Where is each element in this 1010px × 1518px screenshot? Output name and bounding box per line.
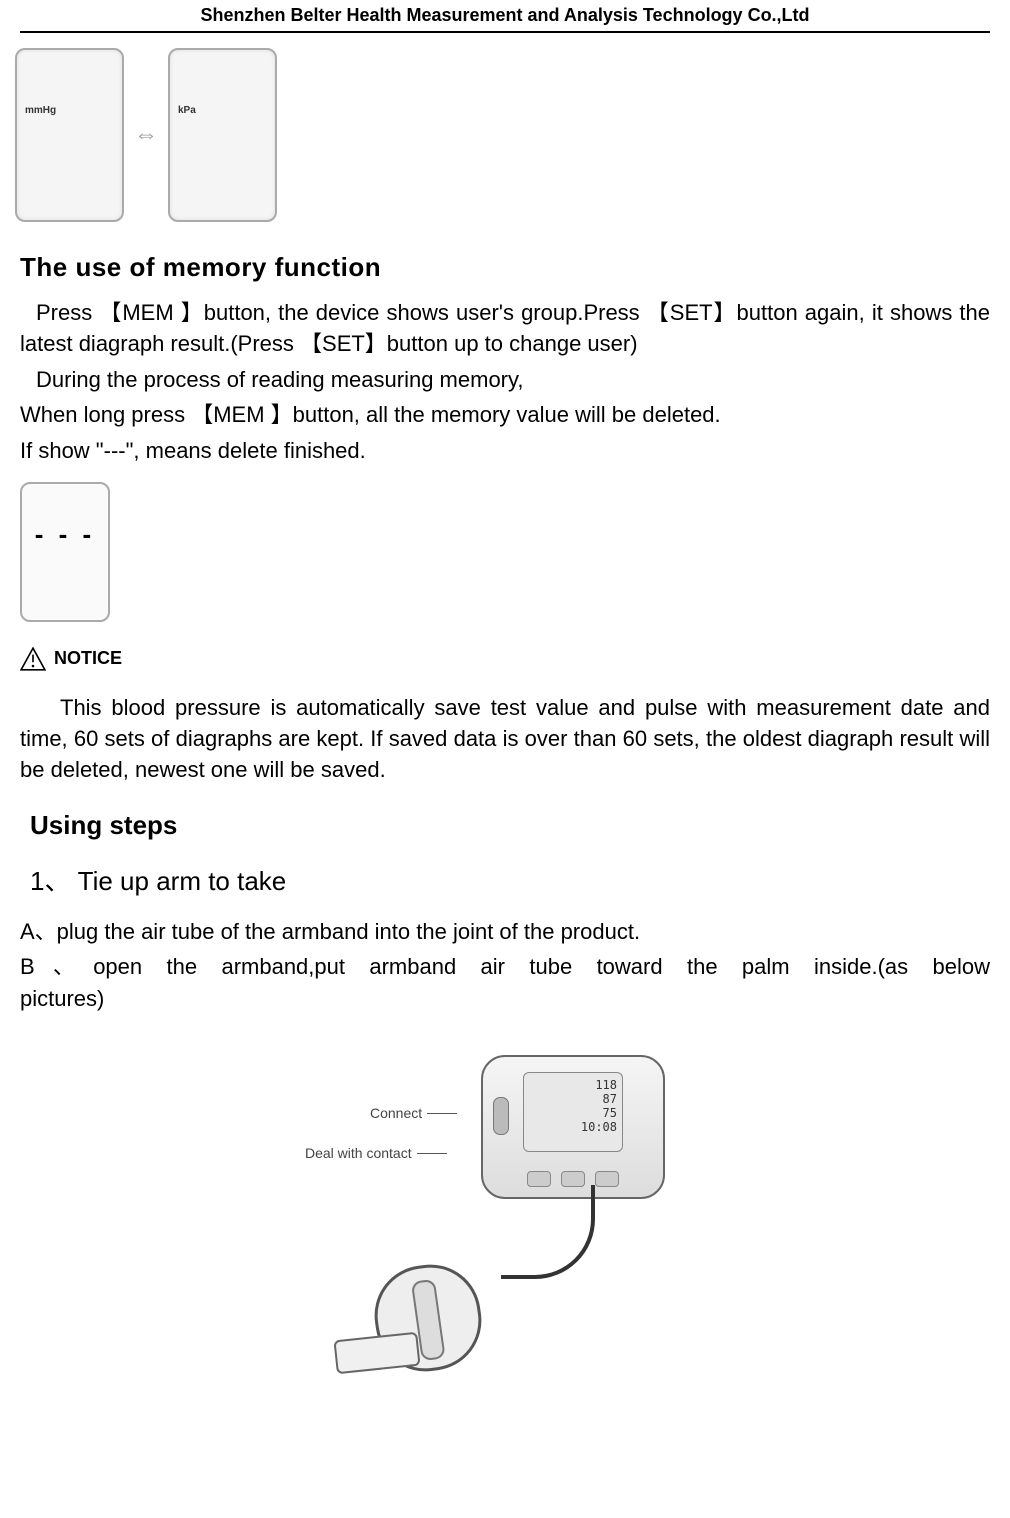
step1-b-line1: B、open the armband,put armband air tube … <box>20 951 990 983</box>
step1-title: 1、 Tie up arm to take <box>30 861 990 898</box>
company-header: Shenzhen Belter Health Measurement and A… <box>20 0 990 33</box>
screen-mmhg-label: mmHg <box>25 105 56 116</box>
connect-label: Connect <box>370 1105 422 1121</box>
device-side-button <box>493 1097 509 1135</box>
armband-figure-area: Connect Deal with contact 118 87 75 10:0… <box>20 1055 990 1375</box>
screen-kpa-label: kPa <box>178 105 196 116</box>
delete-finished-screen: - - - <box>20 482 110 622</box>
step1-b-line2: pictures) <box>20 983 990 1015</box>
arm-cuff <box>335 1245 505 1375</box>
notice-label: NOTICE <box>54 648 122 669</box>
bp-monitor-device: 118 87 75 10:08 <box>481 1055 665 1199</box>
deal-with-contact-label: Deal with contact <box>305 1145 412 1161</box>
device-lcd: 118 87 75 10:08 <box>523 1072 623 1152</box>
screen-kpa: kPa <box>168 48 277 222</box>
step1-a: A、plug the air tube of the armband into … <box>20 916 990 948</box>
warning-triangle-icon <box>20 647 46 671</box>
memory-p4: If show "---", means delete finished. <box>20 436 990 467</box>
unit-toggle-figure: mmHg ⇔ kPa <box>15 48 990 222</box>
dash-indicator: - - - <box>35 519 95 550</box>
swap-arrows-icon: ⇔ <box>134 121 158 149</box>
memory-p2: During the process of reading measuring … <box>20 365 990 396</box>
lcd-pulse: 75 <box>529 1106 617 1120</box>
air-tube <box>501 1185 595 1279</box>
notice-heading: NOTICE <box>20 647 990 671</box>
screen-mmhg: mmHg <box>15 48 124 222</box>
memory-p3: When long press 【MEM 】button, all the me… <box>20 400 990 431</box>
using-steps-title: Using steps <box>30 810 990 841</box>
lcd-time: 10:08 <box>529 1120 617 1134</box>
memory-section-title: The use of memory function <box>20 252 990 283</box>
lcd-dia: 87 <box>529 1092 617 1106</box>
device-button-3 <box>595 1171 619 1187</box>
memory-p1: Press 【MEM 】button, the device shows use… <box>20 298 990 360</box>
lcd-sys: 118 <box>529 1078 617 1092</box>
notice-body: This blood pressure is automatically sav… <box>20 693 990 785</box>
armband-figure: Connect Deal with contact 118 87 75 10:0… <box>315 1055 695 1375</box>
